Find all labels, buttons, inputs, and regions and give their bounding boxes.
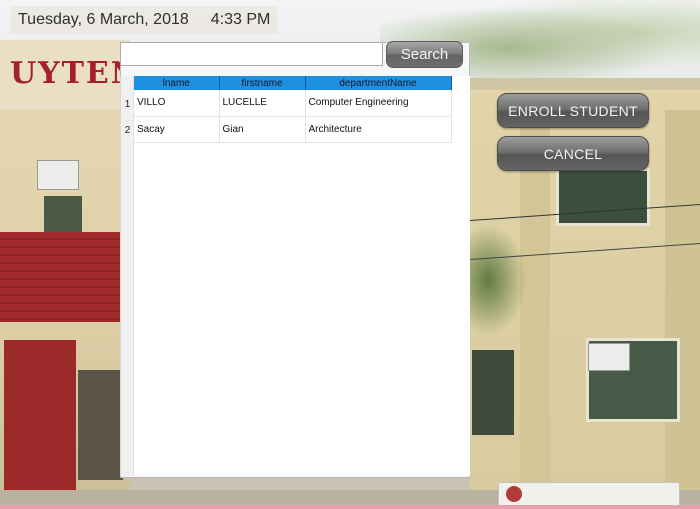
cell-department[interactable]: Computer Engineering xyxy=(305,90,452,117)
column-header-firstname[interactable]: firstname xyxy=(219,76,306,90)
date-label: Tuesday, 6 March, 2018 xyxy=(18,11,189,28)
pillar xyxy=(665,110,700,490)
seal-logo xyxy=(506,486,522,502)
cancel-button[interactable]: CANCEL xyxy=(497,136,649,171)
cell-firstname[interactable]: LUCELLE xyxy=(219,90,306,117)
search-button[interactable]: Search xyxy=(386,41,463,68)
signboard xyxy=(498,482,680,506)
time-label: 4:33 PM xyxy=(210,11,271,28)
window xyxy=(472,350,514,435)
bottom-border xyxy=(0,505,700,509)
data-table: lname firstname departmentName VILLO LUC… xyxy=(134,76,452,143)
cell-lname[interactable]: Sacay xyxy=(134,116,220,143)
red-pillar xyxy=(4,340,76,500)
datetime-display: Tuesday, 6 March, 2018 4:33 PM xyxy=(10,6,279,34)
aircon-unit xyxy=(37,160,79,190)
search-input[interactable] xyxy=(120,42,383,66)
cell-department[interactable]: Architecture xyxy=(305,116,452,143)
enroll-student-button[interactable]: ENROLL STUDENT xyxy=(497,93,649,128)
header-row: lname firstname departmentName xyxy=(134,76,452,90)
aircon-unit xyxy=(588,343,630,371)
red-roof-band xyxy=(0,232,125,322)
doorway xyxy=(78,370,123,480)
window xyxy=(44,196,82,232)
table-row[interactable]: Sacay Gian Architecture xyxy=(134,116,452,143)
student-grid[interactable]: 1 2 lname firstname departmentName VILLO… xyxy=(120,76,470,476)
cell-lname[interactable]: VILLO xyxy=(134,90,220,117)
table-row[interactable]: VILLO LUCELLE Computer Engineering xyxy=(134,90,452,117)
row-number[interactable]: 2 xyxy=(121,118,134,144)
row-number[interactable]: 1 xyxy=(121,92,134,118)
column-header-lname[interactable]: lname xyxy=(134,76,220,90)
column-header-departmentname[interactable]: departmentName xyxy=(305,76,452,90)
cell-firstname[interactable]: Gian xyxy=(219,116,306,143)
